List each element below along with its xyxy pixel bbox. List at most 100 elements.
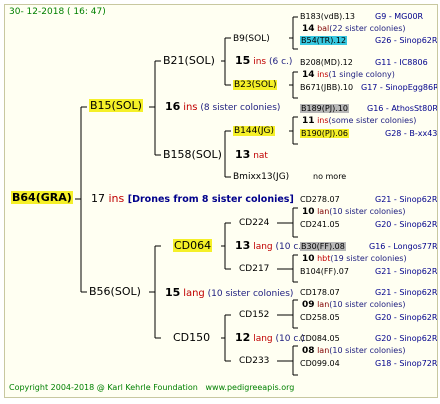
gen4-id: B189(PJ).10 (300, 104, 349, 113)
gen4-row[interactable]: B671(JBB).10 (300, 82, 353, 94)
gen2-b-node[interactable]: B158(SOL) (163, 149, 222, 161)
gen4-tag: hbt (317, 254, 331, 263)
gen2-b-nat: nat (253, 151, 268, 161)
gen3-h-id: CD233 (239, 356, 270, 366)
gen2-c-info: 13 lang (10 c.) (235, 240, 305, 253)
root-node[interactable]: B64(GRA) (11, 191, 73, 204)
gen4-note: (19 sister colonies) (330, 254, 407, 263)
gen4-code: G21 - Sinop62R (375, 267, 438, 276)
gen3-g-node[interactable]: CD152 (239, 309, 269, 321)
gen4-row[interactable]: CD258.05 (300, 312, 340, 324)
gen4-count: 14 (302, 24, 315, 34)
gen1-top-ins: ins (183, 102, 198, 113)
gen1-top-note: (8 sister colonies) (200, 103, 281, 113)
gen4-id: B183(vdB).13 (300, 12, 356, 21)
gen4-row[interactable]: CD099.04 (300, 358, 340, 370)
gen4-id: CD084.05 (300, 334, 340, 343)
gen2-c-lang: lang (253, 242, 273, 252)
gen4-count: 10 (302, 254, 315, 264)
gen1-top-id: B15(SOL) (89, 99, 143, 112)
gen3-d-node[interactable]: Bmixx13(JG) (233, 171, 289, 183)
gen2-c-node[interactable]: CD064 (173, 239, 213, 252)
gen4-row: 09 lan(10 sister colonies) (302, 299, 406, 311)
gen4-row[interactable]: B54(TR).12 (300, 35, 348, 47)
gen4-code: G21 - Sinop62R (375, 288, 438, 297)
gen4-code: G28 - B-xx43 (385, 129, 438, 138)
gen3-b-node[interactable]: B23(SOL) (233, 79, 278, 91)
gen3-a-id: B9(SOL) (233, 34, 270, 44)
gen4-note: (10 sister colonies) (329, 207, 406, 216)
gen4-row[interactable]: CD278.07 (300, 194, 340, 206)
gen4-count: 11 (302, 116, 315, 126)
footer: Copyright 2004-2018 @ Karl Kehrle Founda… (9, 382, 294, 394)
gen3-e-id: CD224 (239, 218, 270, 228)
footer-copyright: Copyright 2004-2018 @ Karl Kehrle Founda… (9, 383, 198, 392)
gen4-row[interactable]: CD084.05 (300, 333, 340, 345)
gen3-f-id: CD217 (239, 264, 270, 274)
gen4-row[interactable]: B208(MD).12 (300, 57, 353, 69)
gen2-d-lang: lang (253, 334, 273, 344)
gen4-note: (10 sister colonies) (329, 346, 406, 355)
gen2-b-id: B158(SOL) (163, 148, 222, 161)
root-count: 17 (91, 192, 105, 205)
gen4-tag: lan (317, 346, 330, 355)
gen2-a-id: B21(SOL) (163, 54, 215, 67)
gen2-a-info: 15 ins (6 c.) (235, 55, 292, 68)
gen4-tag: ins (317, 116, 329, 125)
gen2-a-ins: ins (253, 57, 267, 67)
gen2-d-node[interactable]: CD150 (173, 332, 210, 344)
gen4-id: CD099.04 (300, 359, 340, 368)
gen4-id: CD241.05 (300, 220, 340, 229)
root-note: [Drones from 8 sister colonies] (127, 194, 294, 205)
gen4-row: 08 lan(10 sister colonies) (302, 345, 406, 357)
gen4-row[interactable]: B30(FF).08 (300, 241, 346, 253)
gen4-row[interactable]: CD241.05 (300, 219, 340, 231)
gen2-b-info: 13 nat (235, 149, 268, 162)
gen4-count: 10 (302, 207, 315, 217)
footer-url[interactable]: www.pedigreeapis.org (206, 383, 295, 392)
gen2-a-note: (6 c.) (268, 57, 293, 67)
gen2-c-id: CD064 (173, 239, 213, 252)
gen4-code: G16 - AthosSt80R (367, 104, 438, 113)
gen2-a-count: 15 (235, 54, 251, 67)
gen4-row[interactable]: CD178.07 (300, 287, 340, 299)
gen4-code: G9 - MG00R (375, 12, 424, 21)
gen1-top-node[interactable]: B15(SOL) (89, 99, 143, 112)
gen3-e-node[interactable]: CD224 (239, 217, 269, 229)
gen2-d-id: CD150 (173, 331, 211, 344)
gen3-f-node[interactable]: CD217 (239, 263, 269, 275)
gen4-row[interactable]: B190(PJ).06 (300, 128, 349, 140)
gen2-a-node[interactable]: B21(SOL) (163, 55, 215, 67)
gen3-c-id: B144(JG) (233, 126, 276, 136)
gen4-code: G18 - Sinop72R (375, 359, 438, 368)
gen3-a-node[interactable]: B9(SOL) (233, 33, 270, 45)
gen3-c-node[interactable]: B144(JG) (233, 125, 276, 137)
gen4-id: CD178.07 (300, 288, 340, 297)
gen4-note: (some sister colonies) (328, 116, 417, 125)
gen4-id: B54(TR).12 (300, 36, 348, 45)
gen4-row[interactable]: B189(PJ).10 (300, 103, 349, 115)
gen4-row[interactable]: B104(FF).07 (300, 266, 349, 278)
gen4-code: G11 - IC8806 (375, 58, 428, 67)
gen4-id: CD258.05 (300, 313, 340, 322)
gen3-h-node[interactable]: CD233 (239, 355, 269, 367)
header-date: 30- 12-2018 ( 16: 47) (9, 7, 106, 17)
gen4-code: G26 - Sinop62R (375, 36, 438, 45)
gen1-bottom-note: (10 sister colonies) (207, 289, 294, 299)
gen3-d-note: no more (313, 172, 347, 181)
gen4-row: 14 ins(1 single colony) (302, 69, 395, 81)
gen1-bottom-lang: lang (183, 288, 205, 299)
gen1-bottom-node[interactable]: B56(SOL) (89, 286, 141, 298)
gen4-id: CD278.07 (300, 195, 340, 204)
gen4-row[interactable]: B183(vdB).13 (300, 11, 355, 23)
gen4-code: G20 - Sinop62R (375, 313, 438, 322)
gen2-c-count: 13 (235, 239, 251, 252)
gen4-note: (10 sister colonies) (329, 300, 406, 309)
gen4-code: G20 - Sinop62R (375, 220, 438, 229)
gen1-bottom-info: 15 lang (10 sister colonies) (165, 287, 293, 300)
gen4-code: G16 - Longos77R (369, 242, 438, 251)
gen4-id: B671(JBB).10 (300, 83, 354, 92)
gen2-d-info: 12 lang (10 c.) (235, 332, 305, 345)
gen1-bottom-id: B56(SOL) (89, 285, 141, 298)
gen3-b-id: B23(SOL) (233, 80, 278, 90)
